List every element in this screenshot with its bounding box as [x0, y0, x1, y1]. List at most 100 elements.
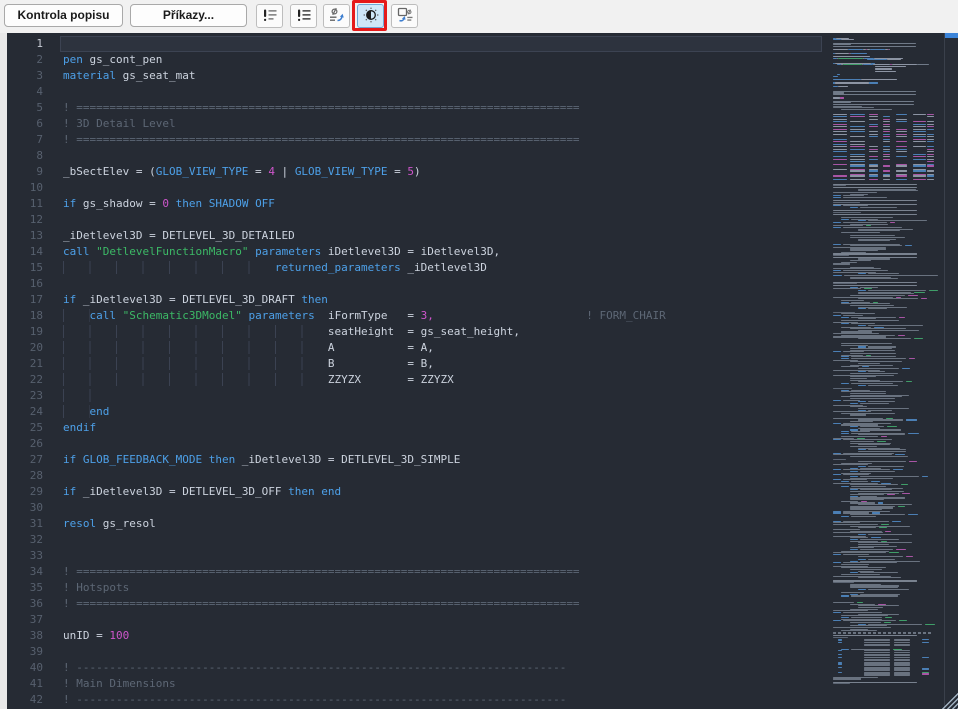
- code-line[interactable]: 11if gs_shadow = 0 then SHADOW OFF: [7, 196, 822, 212]
- line-number: 40: [7, 660, 60, 676]
- line-number: 16: [7, 276, 60, 292]
- code-line[interactable]: 34! ====================================…: [7, 564, 822, 580]
- code-line[interactable]: 3material gs_seat_mat: [7, 68, 822, 84]
- theme-contrast-icon: [363, 7, 379, 26]
- code-line[interactable]: 1: [7, 36, 822, 52]
- code-line[interactable]: 25endif: [7, 420, 822, 436]
- line-number: 37: [7, 612, 60, 628]
- line-number: 27: [7, 452, 60, 468]
- code-editor[interactable]: 12pen gs_cont_pen3material gs_seat_mat45…: [0, 33, 958, 709]
- annotation-check-button[interactable]: Kontrola popisu: [4, 4, 123, 27]
- code-line[interactable]: 32: [7, 532, 822, 548]
- code-line[interactable]: 6! 3D Detail Level: [7, 116, 822, 132]
- code-line[interactable]: 23: [7, 388, 822, 404]
- line-number: 31: [7, 516, 60, 532]
- gdl-editor-window: Kontrola popisu Příkazy...: [0, 0, 958, 709]
- code-line[interactable]: 20 A = A,: [7, 340, 822, 356]
- code-line[interactable]: 9_bSectElev = (GLOB_VIEW_TYPE = 4 | GLOB…: [7, 164, 822, 180]
- scrollbar[interactable]: [945, 33, 958, 709]
- line-number: 18: [7, 308, 60, 324]
- window-edge-strip: [0, 33, 7, 709]
- line-number: 5: [7, 100, 60, 116]
- code-area[interactable]: 12pen gs_cont_pen3material gs_seat_mat45…: [7, 36, 822, 708]
- line-number: 21: [7, 356, 60, 372]
- code-line[interactable]: 10: [7, 180, 822, 196]
- line-number: 25: [7, 420, 60, 436]
- line-number: 2: [7, 52, 60, 68]
- line-number: 1: [7, 36, 60, 52]
- code-line[interactable]: 2pen gs_cont_pen: [7, 52, 822, 68]
- code-line[interactable]: 41! Main Dimensions: [7, 676, 822, 692]
- transfer-parameters-button[interactable]: [323, 4, 350, 28]
- line-number: 36: [7, 596, 60, 612]
- code-line[interactable]: 42! ------------------------------------…: [7, 692, 822, 708]
- code-line[interactable]: 33: [7, 548, 822, 564]
- line-number: 12: [7, 212, 60, 228]
- code-line[interactable]: 37: [7, 612, 822, 628]
- scrollbar-thumb[interactable]: [945, 33, 958, 38]
- code-line[interactable]: 21 B = B,: [7, 356, 822, 372]
- code-line[interactable]: 31resol gs_resol: [7, 516, 822, 532]
- line-number: 17: [7, 292, 60, 308]
- transfer-parameters-icon: [329, 7, 345, 26]
- line-number: 30: [7, 500, 60, 516]
- line-number: 3: [7, 68, 60, 84]
- code-line[interactable]: 39: [7, 644, 822, 660]
- code-line[interactable]: 27if GLOB_FEEDBACK_MODE then _iDetlevel3…: [7, 452, 822, 468]
- code-line[interactable]: 22 ZZYZX = ZZYZX: [7, 372, 822, 388]
- code-line[interactable]: 4: [7, 84, 822, 100]
- line-number: 34: [7, 564, 60, 580]
- code-line[interactable]: 8: [7, 148, 822, 164]
- check-script-button[interactable]: [256, 4, 283, 28]
- open-in-new-window-button[interactable]: [391, 4, 418, 28]
- code-line[interactable]: 5! =====================================…: [7, 100, 822, 116]
- line-number: 32: [7, 532, 60, 548]
- code-line[interactable]: 30: [7, 500, 822, 516]
- line-number: 19: [7, 324, 60, 340]
- line-number: 22: [7, 372, 60, 388]
- line-number: 33: [7, 548, 60, 564]
- check-script-icon: [262, 7, 278, 26]
- code-line[interactable]: 16: [7, 276, 822, 292]
- line-number: 11: [7, 196, 60, 212]
- line-number: 29: [7, 484, 60, 500]
- code-line[interactable]: 35! Hotspots: [7, 580, 822, 596]
- line-number: 35: [7, 580, 60, 596]
- line-number: 9: [7, 164, 60, 180]
- check-all-scripts-icon: [296, 7, 312, 26]
- code-line[interactable]: 7! =====================================…: [7, 132, 822, 148]
- code-line[interactable]: 12: [7, 212, 822, 228]
- code-line[interactable]: 29if _iDetlevel3D = DETLEVEL_3D_OFF then…: [7, 484, 822, 500]
- theme-contrast-button[interactable]: [357, 4, 384, 28]
- code-line[interactable]: 38unID = 100: [7, 628, 822, 644]
- line-number: 23: [7, 388, 60, 404]
- line-number: 14: [7, 244, 60, 260]
- code-line[interactable]: 15 returned_parameters _iDetlevel3D: [7, 260, 822, 276]
- line-number: 4: [7, 84, 60, 100]
- code-line[interactable]: 17if _iDetlevel3D = DETLEVEL_3D_DRAFT th…: [7, 292, 822, 308]
- line-number: 24: [7, 404, 60, 420]
- line-number: 10: [7, 180, 60, 196]
- code-line[interactable]: 40! ------------------------------------…: [7, 660, 822, 676]
- code-line[interactable]: 36! ====================================…: [7, 596, 822, 612]
- line-number: 28: [7, 468, 60, 484]
- code-line[interactable]: 18 call "Schematic3DModel" parameters iF…: [7, 308, 822, 324]
- code-line[interactable]: 24 end: [7, 404, 822, 420]
- code-line[interactable]: 13_iDetlevel3D = DETLEVEL_3D_DETAILED: [7, 228, 822, 244]
- line-number: 38: [7, 628, 60, 644]
- line-number: 7: [7, 132, 60, 148]
- line-number: 41: [7, 676, 60, 692]
- open-in-new-window-icon: [397, 7, 413, 26]
- line-number: 6: [7, 116, 60, 132]
- code-line[interactable]: 28: [7, 468, 822, 484]
- code-line[interactable]: 19 seatHeight = gs_seat_height,: [7, 324, 822, 340]
- minimap[interactable]: [826, 36, 945, 706]
- line-number: 39: [7, 644, 60, 660]
- line-number: 42: [7, 692, 60, 708]
- line-number: 8: [7, 148, 60, 164]
- commands-button[interactable]: Příkazy...: [130, 4, 247, 27]
- line-number: 20: [7, 340, 60, 356]
- code-line[interactable]: 14call "DetlevelFunctionMacro" parameter…: [7, 244, 822, 260]
- code-line[interactable]: 26: [7, 436, 822, 452]
- check-all-scripts-button[interactable]: [290, 4, 317, 28]
